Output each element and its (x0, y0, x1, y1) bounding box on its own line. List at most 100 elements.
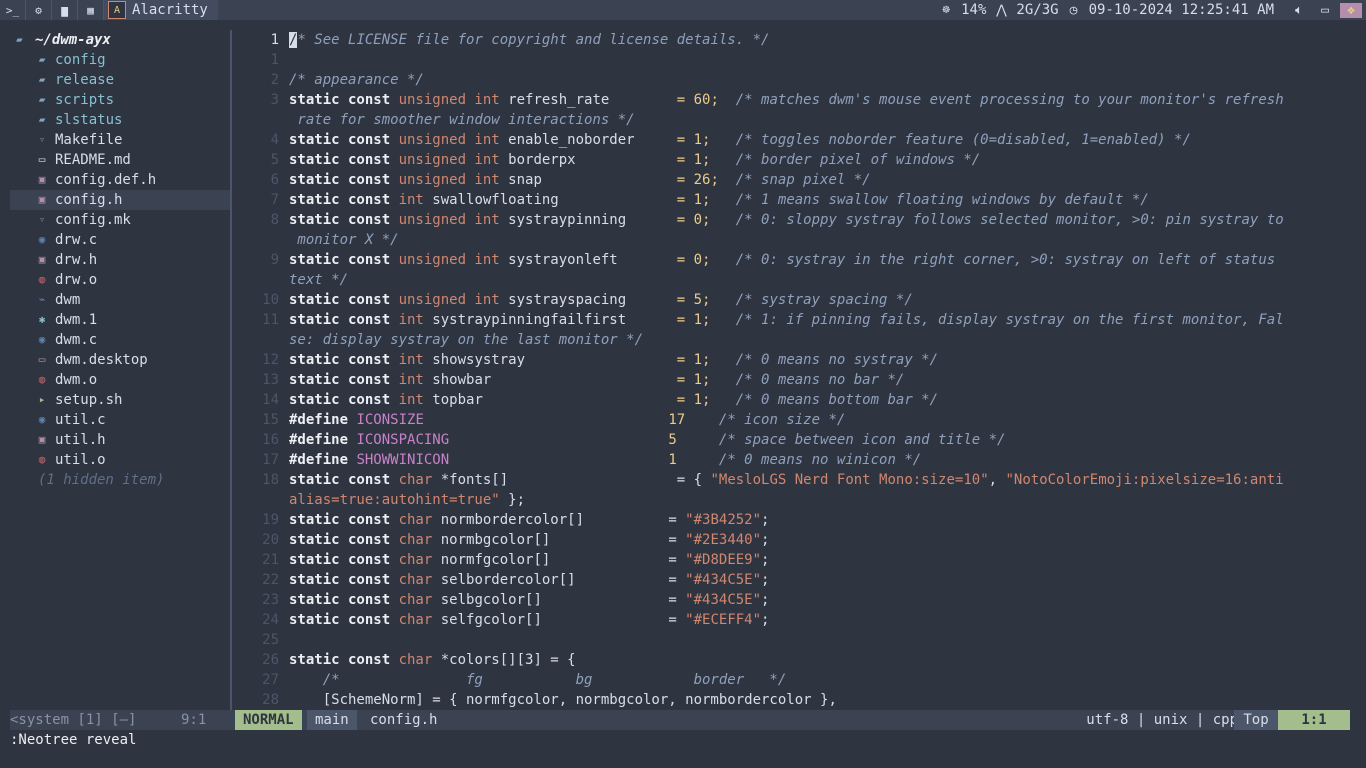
tree-file-item[interactable]: ▣ config.h (10, 190, 230, 210)
window-title: Alacritty (132, 2, 208, 18)
tree-file-item[interactable]: ▭ dwm.desktop (10, 350, 230, 370)
code-editor[interactable]: 1 /* See LICENSE file for copyright and l… (232, 30, 1350, 710)
code-line[interactable]: 12 static const int showsystray = 1; /* 0… (232, 350, 1350, 370)
grid-icon[interactable]: ▦ (78, 0, 103, 20)
code-line[interactable]: 1 /* See LICENSE file for copyright and l… (232, 30, 1350, 50)
code-line[interactable]: 27 /* fg bg border */ (232, 670, 1350, 690)
tree-file-item[interactable]: ▸ setup.sh (10, 390, 230, 410)
header-icon: ▣ (38, 173, 46, 186)
code-line[interactable]: 26 static const char *colors[][3] = { (232, 650, 1350, 670)
code-line[interactable]: 9 static const unsigned int systrayonleft… (232, 250, 1350, 270)
code-line[interactable]: 16 #define ICONSPACING 5 /* space between… (232, 430, 1350, 450)
code-line[interactable]: 13 static const int showbar = 1; /* 0 mea… (232, 370, 1350, 390)
code-token: selbordercolor[] (440, 572, 669, 588)
code-line[interactable]: 8 static const unsigned int systraypinnin… (232, 210, 1350, 230)
tree-file-item[interactable]: ▿ Makefile (10, 130, 230, 150)
code-line[interactable]: 6 static const unsigned int snap = 26; /*… (232, 170, 1350, 190)
monitor-icon[interactable]: ▭ (1314, 3, 1336, 18)
code-line[interactable]: 25 (232, 630, 1350, 650)
code-token: = 1; (676, 372, 736, 388)
tree-root[interactable]: ▰ ~/dwm-ayx (10, 30, 230, 50)
code-line[interactable]: 23 static const char selbgcolor[] = "#434… (232, 590, 1350, 610)
tree-file-item[interactable]: ⌁ dwm (10, 290, 230, 310)
code-text: static const char *fonts[] = { "MesloLGS… (289, 470, 1284, 490)
code-line[interactable]: monitor X */ (232, 230, 1350, 250)
code-text: static const int systraypinningfailfirst… (289, 310, 1284, 330)
code-line[interactable]: 7 static const int swallowfloating = 1; /… (232, 190, 1350, 210)
code-line[interactable]: 21 static const char normfgcolor[] = "#D8… (232, 550, 1350, 570)
code-line[interactable]: 18 static const char *fonts[] = { "MesloL… (232, 470, 1350, 490)
tree-folder-item[interactable]: ▰ release (10, 70, 230, 90)
tree-item-label: scripts (55, 92, 115, 108)
file-tree[interactable]: ▰ ~/dwm-ayx ▰ config ▰ release ▰ scripts ▰ slst… (10, 30, 230, 710)
tree-file-item[interactable]: ▣ config.def.h (10, 170, 230, 190)
line-number: 1 (270, 32, 279, 48)
tree-file-item[interactable]: ◍ drw.o (10, 270, 230, 290)
file-icon[interactable]: ▆ (52, 0, 77, 20)
datetime: 09-10-2024 12:25:41 AM (1088, 2, 1274, 18)
terminal-icon[interactable]: >_ (0, 0, 25, 20)
app-launcher-icon[interactable]: ❖ (1340, 2, 1362, 18)
tree-file-item[interactable]: ▿ config.mk (10, 210, 230, 230)
code-line[interactable]: rate for smoother window interactions */ (232, 110, 1350, 130)
code-text: alias=true:autohint=true" }; (289, 490, 525, 510)
tree-file-item[interactable]: ◉ drw.c (10, 230, 230, 250)
code-text: static const int showbar = 1; /* 0 means… (289, 370, 904, 390)
code-line[interactable]: 22 static const char selbordercolor[] = "… (232, 570, 1350, 590)
folder-icon: ▰ (38, 53, 46, 66)
tree-file-item[interactable]: ◍ dwm.o (10, 370, 230, 390)
line-number: 9 (270, 252, 279, 268)
code-token: "NotoColorEmoji:pixelsize=16:anti (1005, 472, 1284, 488)
code-token: /* icon size */ (718, 412, 846, 428)
code-line[interactable]: 1 (232, 50, 1350, 70)
tree-file-item[interactable]: ▭ README.md (10, 150, 230, 170)
tree-item-label: dwm.c (55, 332, 98, 348)
code-token: static const (289, 152, 399, 168)
code-line[interactable]: alias=true:autohint=true" }; (232, 490, 1350, 510)
tree-file-item[interactable]: ▣ util.h (10, 430, 230, 450)
code-line[interactable]: 28 [SchemeNorm] = { normfgcolor, normbgc… (232, 690, 1350, 710)
tree-file-item[interactable]: ✱ dwm.1 (10, 310, 230, 330)
tree-folder-item[interactable]: ▰ config (10, 50, 230, 70)
code-token: int (398, 372, 433, 388)
tree-folder-item[interactable]: ▰ scripts (10, 90, 230, 110)
settings-icon[interactable]: ⚙ (26, 0, 51, 20)
tree-folder-item[interactable]: ▰ slstatus (10, 110, 230, 130)
code-line[interactable]: 3 static const unsigned int refresh_rate … (232, 90, 1350, 110)
code-line[interactable]: se: display systray on the last monitor … (232, 330, 1350, 350)
code-line[interactable]: 4 static const unsigned int enable_nobord… (232, 130, 1350, 150)
code-token: /* toggles noborder feature (0=disabled,… (735, 132, 1191, 148)
code-token: = (668, 552, 686, 568)
code-line[interactable]: 2 /* appearance */ (232, 70, 1350, 90)
tree-file-item[interactable]: ◉ dwm.c (10, 330, 230, 350)
code-line[interactable]: 14 static const int topbar = 1; /* 0 mean… (232, 390, 1350, 410)
active-window-tab[interactable]: A Alacritty (104, 0, 218, 20)
line-number: 12 (262, 352, 279, 368)
code-token: static const (289, 212, 399, 228)
code-line[interactable]: 11 static const int systraypinningfailfir… (232, 310, 1350, 330)
code-line[interactable]: 15 #define ICONSIZE 17 /* icon size */ (232, 410, 1350, 430)
code-token: systrayonleft (508, 252, 677, 268)
code-token: ; (761, 612, 770, 628)
code-line[interactable]: 24 static const char selfgcolor[] = "#ECE… (232, 610, 1350, 630)
code-line[interactable]: 19 static const char normbordercolor[] = … (232, 510, 1350, 530)
volume-icon[interactable]: 🔈︎ (1288, 3, 1310, 18)
code-token: /* appearance */ (289, 72, 424, 88)
code-token: static const (289, 512, 399, 528)
code-text: /* fg bg border */ (289, 670, 787, 690)
command-line[interactable]: :Neotree reveal (10, 730, 136, 750)
code-token: static const (289, 292, 399, 308)
line-number: 8 (270, 212, 279, 228)
code-line[interactable]: text */ (232, 270, 1350, 290)
code-line[interactable]: 10 static const unsigned int systrayspaci… (232, 290, 1350, 310)
code-token: showbar (432, 372, 677, 388)
code-token: alias=true:autohint=true" (289, 492, 500, 508)
code-text: static const int topbar = 1; /* 0 means … (289, 390, 938, 410)
code-token: #define (289, 432, 357, 448)
code-line[interactable]: 5 static const unsigned int borderpx = 1;… (232, 150, 1350, 170)
tree-file-item[interactable]: ◍ util.o (10, 450, 230, 470)
code-line[interactable]: 20 static const char normbgcolor[] = "#2E… (232, 530, 1350, 550)
tree-file-item[interactable]: ◉ util.c (10, 410, 230, 430)
code-line[interactable]: 17 #define SHOWWINICON 1 /* 0 means no wi… (232, 450, 1350, 470)
tree-file-item[interactable]: ▣ drw.h (10, 250, 230, 270)
